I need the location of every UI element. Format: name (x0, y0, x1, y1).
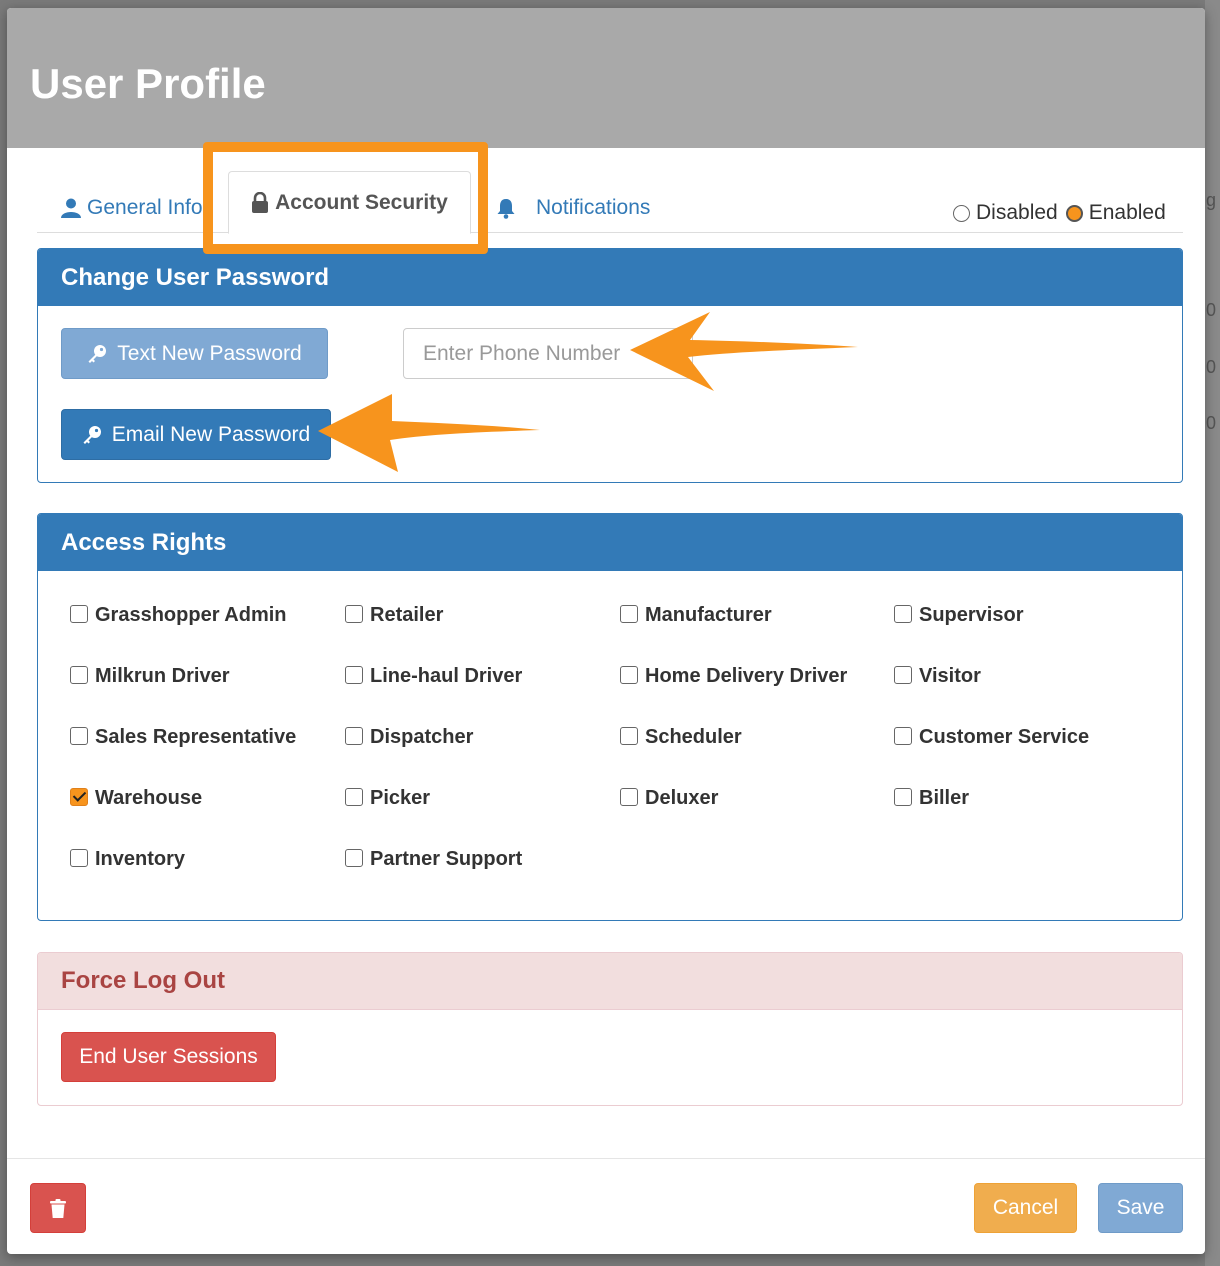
access-right-item[interactable]: Customer Service (894, 726, 1089, 749)
key-icon (82, 425, 102, 445)
access-right-label: Customer Service (919, 726, 1090, 748)
access-right-label: Biller (919, 787, 970, 809)
access-right-label: Picker (370, 787, 431, 809)
enabled-radio[interactable] (1065, 204, 1083, 222)
tab-label: Notifications (536, 196, 651, 219)
access-right-checkbox[interactable] (345, 604, 363, 623)
lock-icon (251, 192, 269, 213)
access-right-item[interactable]: Deluxer (620, 787, 718, 810)
background-fragment: 0 (1206, 413, 1217, 433)
access-right-checkbox[interactable] (345, 787, 363, 806)
access-right-item[interactable]: Visitor (894, 665, 981, 688)
button-label: Text New Password (117, 341, 302, 365)
access-right-item[interactable]: Biller (894, 787, 969, 810)
access-right-checkbox[interactable] (894, 604, 912, 623)
access-right-label: Deluxer (645, 787, 719, 809)
access-right-label: Warehouse (95, 787, 203, 809)
access-right-label: Retailer (370, 604, 444, 626)
access-right-checkbox[interactable] (620, 665, 638, 684)
access-right-checkbox[interactable] (620, 787, 638, 806)
access-rights-panel: Access Rights Grasshopper Admin Retailer M… (37, 513, 1183, 921)
modal-footer: Cancel Save (7, 1158, 1205, 1254)
access-right-label: Line-haul Driver (370, 665, 523, 687)
enabled-label: Enabled (1088, 201, 1166, 224)
access-right-checkbox[interactable] (70, 665, 88, 684)
access-right-label: Home Delivery Driver (645, 665, 848, 687)
panel-title: Access Rights (38, 514, 1182, 571)
end-user-sessions-button[interactable]: End User Sessions (61, 1032, 276, 1082)
tab-label: Account Security (275, 190, 448, 214)
modal-title: User Profile (30, 60, 266, 107)
access-right-label: Partner Support (370, 848, 523, 870)
access-right-checkbox[interactable] (894, 787, 912, 806)
access-right-label: Sales Representative (95, 726, 297, 748)
account-status-radios: Disabled Enabled (953, 201, 1174, 225)
disabled-radio[interactable] (953, 204, 970, 222)
user-profile-modal: User Profile General Info Account Securi… (7, 8, 1205, 1254)
access-right-item[interactable]: Partner Support (345, 848, 522, 871)
access-right-item[interactable]: Scheduler (620, 726, 742, 749)
access-right-label: Grasshopper Admin (95, 604, 287, 626)
access-right-checkbox[interactable] (345, 665, 363, 684)
user-icon (61, 198, 81, 218)
access-right-label: Visitor (919, 665, 981, 687)
access-right-checkbox[interactable] (70, 848, 88, 867)
panel-title: Change User Password (38, 249, 1182, 306)
access-right-label: Manufacturer (645, 604, 772, 626)
bell-icon (496, 198, 516, 219)
tab-account-security[interactable]: Account Security (228, 171, 471, 234)
access-right-item[interactable]: Milkrun Driver (70, 665, 229, 688)
key-icon (87, 344, 107, 364)
access-right-label: Supervisor (919, 604, 1024, 626)
access-right-checkbox[interactable] (620, 726, 638, 745)
access-rights-grid: Grasshopper Admin Retailer Manufacturer Sup… (70, 604, 1170, 914)
access-right-checkbox[interactable] (894, 726, 912, 745)
access-right-item[interactable]: Inventory (70, 848, 185, 871)
access-right-item[interactable]: Line-haul Driver (345, 665, 522, 688)
access-right-label: Dispatcher (370, 726, 474, 748)
delete-user-button[interactable] (30, 1183, 86, 1233)
access-right-item[interactable]: Picker (345, 787, 430, 810)
change-password-panel: Change User Password Text New Password E… (37, 248, 1183, 483)
access-right-checkbox[interactable] (345, 726, 363, 745)
background-fragment: 0 (1206, 357, 1217, 377)
cancel-button[interactable]: Cancel (974, 1183, 1077, 1233)
button-label: Save (1116, 1196, 1165, 1219)
phone-number-input[interactable] (403, 328, 693, 379)
access-right-label: Milkrun Driver (95, 665, 230, 687)
access-right-checkbox[interactable] (894, 665, 912, 684)
button-label: End User Sessions (79, 1045, 258, 1068)
access-right-item[interactable]: Warehouse (70, 787, 202, 810)
access-right-checkbox[interactable] (70, 726, 88, 745)
access-right-item[interactable]: Grasshopper Admin (70, 604, 287, 627)
access-right-item[interactable]: Home Delivery Driver (620, 665, 847, 688)
access-right-checkbox[interactable] (345, 848, 363, 867)
access-right-item[interactable]: Dispatcher (345, 726, 473, 749)
tab-general-info[interactable]: General Info (61, 183, 203, 233)
save-button[interactable]: Save (1098, 1183, 1183, 1233)
access-right-label: Scheduler (645, 726, 742, 748)
trash-icon (50, 1198, 66, 1218)
tab-label: General Info (87, 196, 203, 219)
button-label: Email New Password (111, 422, 311, 446)
button-label: Cancel (992, 1196, 1059, 1219)
tab-notifications[interactable]: Notifications (496, 183, 650, 233)
modal-header: User Profile (7, 8, 1205, 148)
access-right-checkbox[interactable] (70, 604, 88, 623)
force-logout-panel: Force Log Out End User Sessions (37, 952, 1183, 1106)
access-right-checkbox[interactable] (70, 787, 88, 806)
disabled-label: Disabled (976, 201, 1058, 224)
access-right-item[interactable]: Supervisor (894, 604, 1023, 627)
access-right-item[interactable]: Retailer (345, 604, 443, 627)
access-right-item[interactable]: Sales Representative (70, 726, 296, 749)
background-fragment: g (1206, 190, 1217, 210)
email-new-password-button[interactable]: Email New Password (61, 409, 331, 460)
access-right-checkbox[interactable] (620, 604, 638, 623)
access-right-item[interactable]: Manufacturer (620, 604, 772, 627)
access-right-label: Inventory (95, 848, 186, 870)
background-fragment: 0 (1206, 300, 1217, 320)
panel-title: Force Log Out (38, 953, 1182, 1010)
text-new-password-button[interactable]: Text New Password (61, 328, 328, 379)
